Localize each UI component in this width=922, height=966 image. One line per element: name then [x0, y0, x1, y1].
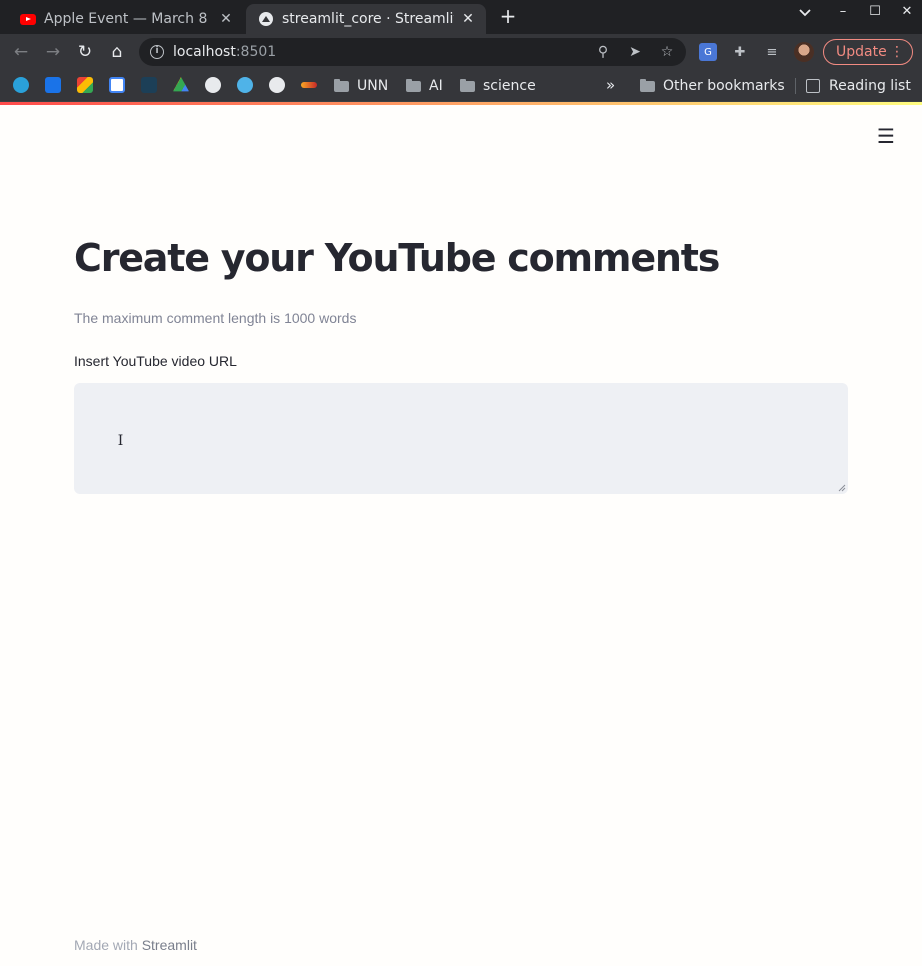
bookmark-folder-unn[interactable]: UNN: [334, 76, 388, 96]
folder-icon: [640, 78, 655, 92]
bookmark-folder-science[interactable]: science: [460, 76, 536, 96]
maximize-icon[interactable]: ☐: [865, 4, 885, 19]
messages-icon[interactable]: [45, 77, 61, 93]
reading-list-icon: [806, 79, 820, 93]
telegram-icon[interactable]: [13, 77, 29, 93]
reading-list[interactable]: Reading list: [806, 76, 911, 96]
google-drive-icon[interactable]: [173, 77, 189, 92]
bookmarks-bar: UNN AI science » Other bookmarks Reading…: [0, 70, 922, 102]
tab-title: Apple Event — March 8 - Y: [44, 11, 212, 27]
github-icon[interactable]: [205, 77, 221, 93]
globe-bookmark-icon[interactable]: [237, 77, 253, 93]
streamlit-icon: [258, 11, 274, 27]
calendar-icon[interactable]: [109, 77, 125, 93]
close-icon[interactable]: ✕: [460, 11, 476, 27]
google-translate-icon[interactable]: G: [699, 43, 717, 61]
reload-icon[interactable]: ↻: [75, 42, 95, 62]
tab-title: streamlit_core · Streamlit: [282, 11, 454, 27]
gmail-icon[interactable]: [77, 77, 93, 93]
youtube-url-textarea[interactable]: [74, 383, 848, 494]
footer: Made with Streamlit: [74, 937, 197, 953]
forward-arrow-icon[interactable]: →: [43, 42, 63, 62]
url-input-label: Insert YouTube video URL: [74, 353, 237, 369]
bookmark-folder-ai[interactable]: AI: [406, 76, 443, 96]
text-cursor-icon: I: [117, 433, 124, 449]
browser-toolbar: ← → ↻ ⌂ i localhost:8501 ⚲ ➤ ☆ G ✚ ≡ Upd…: [0, 34, 922, 70]
extensions-puzzle-icon[interactable]: ✚: [731, 43, 749, 61]
tab-streamlit-core[interactable]: streamlit_core · Streamlit ✕: [246, 4, 486, 34]
page-title: Create your YouTube comments: [74, 236, 720, 280]
tab-search-chevron-icon[interactable]: [795, 6, 815, 21]
home-icon[interactable]: ⌂: [107, 42, 127, 62]
streamlit-decoration-stripe: [0, 102, 922, 105]
address-url[interactable]: localhost:8501: [173, 44, 276, 60]
media-queue-icon[interactable]: ≡: [763, 43, 781, 61]
chevron-double-right-icon[interactable]: »: [606, 76, 615, 94]
hamburger-menu-icon[interactable]: ☰: [876, 126, 896, 146]
other-bookmarks[interactable]: Other bookmarks: [640, 76, 785, 96]
folder-icon: [406, 78, 421, 92]
site-info-icon[interactable]: i: [150, 45, 164, 59]
send-tab-icon[interactable]: ➤: [627, 44, 643, 60]
world-icon[interactable]: [269, 77, 285, 93]
tab-apple-event[interactable]: Apple Event — March 8 - Y ✕: [8, 4, 244, 34]
profile-avatar[interactable]: [794, 42, 814, 62]
more-vert-icon[interactable]: ⋮: [890, 40, 904, 64]
zoom-icon[interactable]: ⚲: [595, 44, 611, 60]
resize-grip-icon[interactable]: [838, 484, 846, 492]
caption-text: The maximum comment length is 1000 words: [74, 310, 357, 326]
bookmark-star-icon[interactable]: ☆: [659, 44, 675, 60]
flag-bookmark-icon[interactable]: [301, 82, 317, 88]
shield-bookmark-icon[interactable]: [141, 77, 157, 93]
update-button[interactable]: Update ⋮: [823, 39, 913, 65]
minimize-icon[interactable]: –: [833, 4, 853, 19]
address-bar[interactable]: i localhost:8501 ⚲ ➤ ☆: [139, 38, 686, 66]
back-arrow-icon[interactable]: ←: [11, 42, 31, 62]
youtube-icon: [20, 11, 36, 27]
streamlit-link[interactable]: Streamlit: [142, 937, 197, 953]
new-tab-plus-icon[interactable]: +: [498, 6, 518, 26]
tab-strip: Apple Event — March 8 - Y ✕ streamlit_co…: [0, 0, 922, 34]
divider: [795, 78, 796, 94]
close-icon[interactable]: ✕: [218, 11, 234, 27]
window-close-icon[interactable]: ✕: [897, 4, 917, 19]
folder-icon: [334, 78, 349, 92]
folder-icon: [460, 78, 475, 92]
